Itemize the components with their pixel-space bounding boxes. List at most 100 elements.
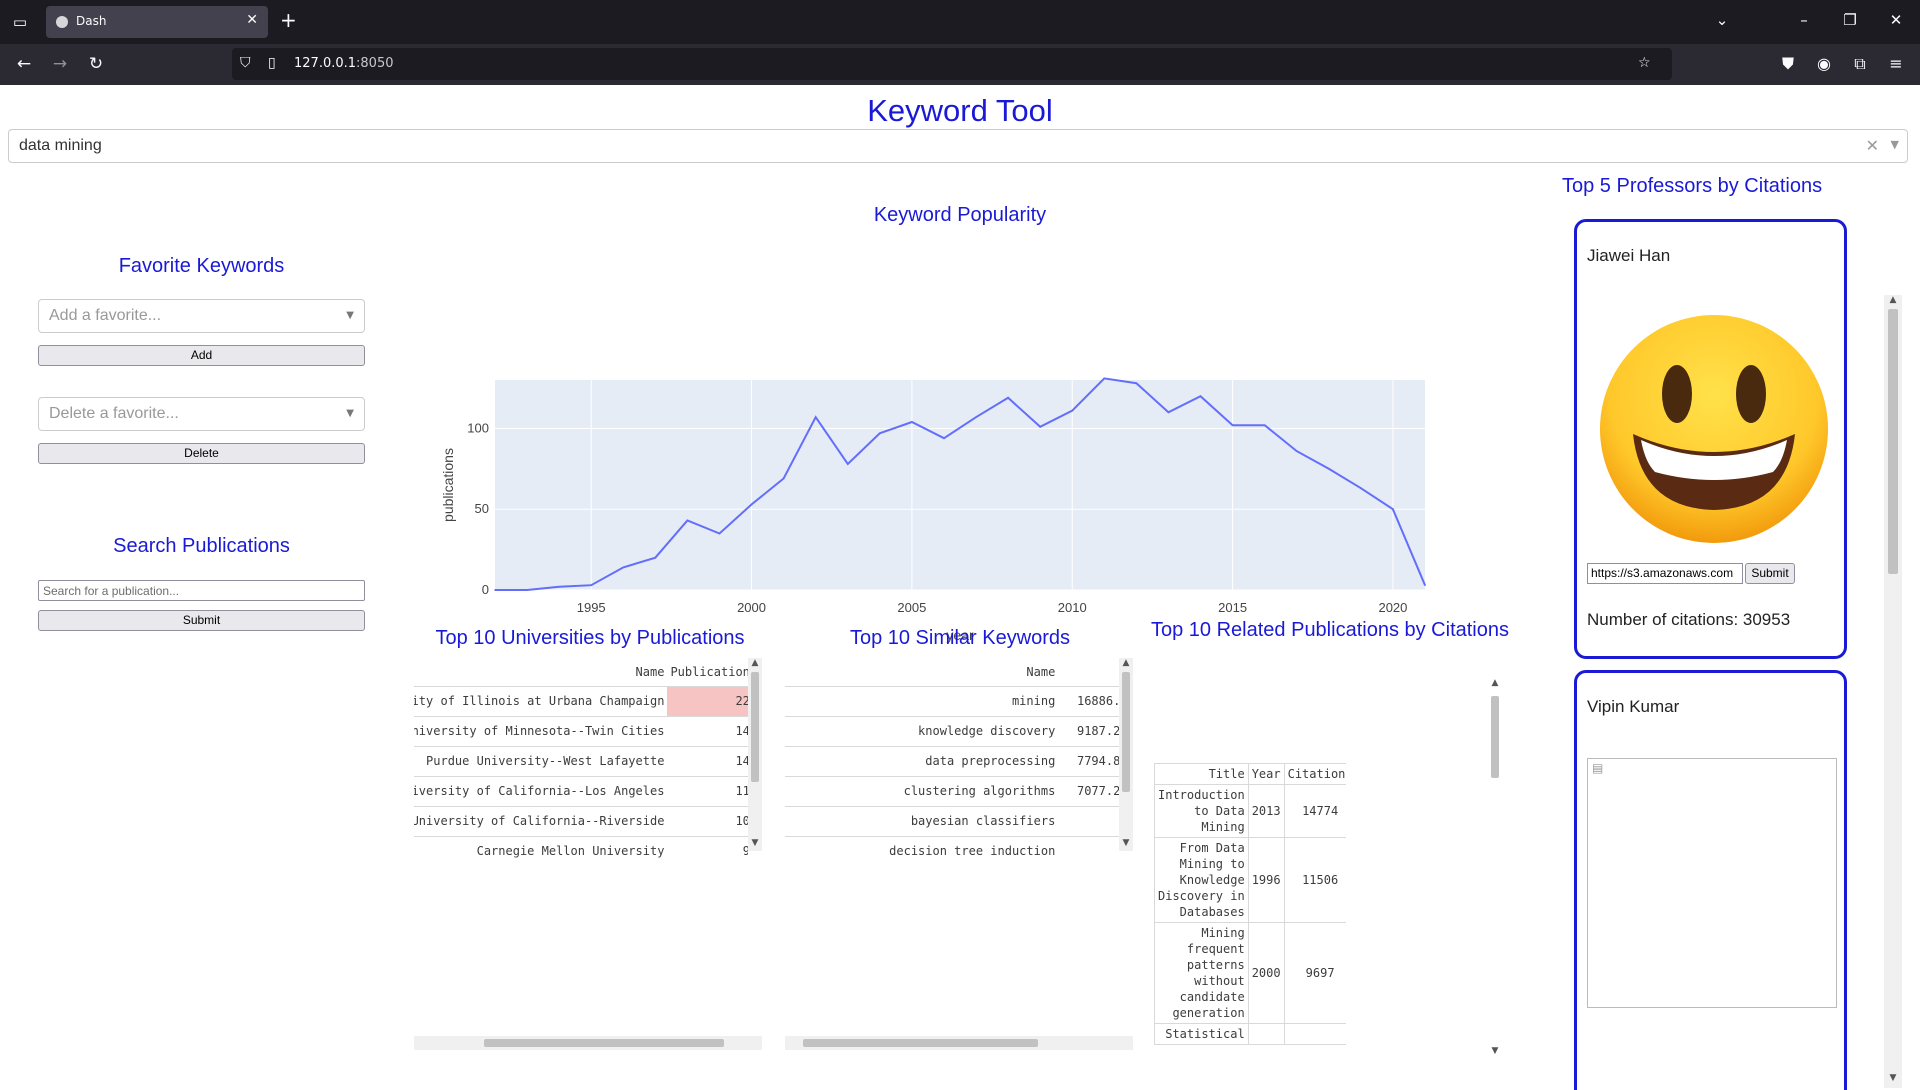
scroll-down-icon[interactable]: ▼ <box>1886 1073 1900 1083</box>
table-row[interactable]: University of Illinois at Urbana Champai… <box>414 686 748 717</box>
table-row[interactable]: University of California--Riverside106 <box>414 806 748 837</box>
table-cell[interactable]: From Data Mining to Knowledge Discovery … <box>1154 837 1249 923</box>
scroll-up-icon[interactable]: ▲ <box>1886 295 1900 305</box>
table-row[interactable]: mining16886.316 <box>785 686 1119 717</box>
pocket-icon[interactable]: ⛊ <box>1776 54 1800 74</box>
tab-overflow-icon[interactable]: ⌄ <box>1710 10 1734 30</box>
table-cell[interactable]: 7794.8289 <box>1058 746 1119 777</box>
image-submit-button[interactable]: Submit <box>1745 563 1795 584</box>
close-window-icon[interactable]: ✕ <box>1884 10 1908 30</box>
table-row[interactable]: bayesian classifiers64 <box>785 806 1119 837</box>
table-cell[interactable]: 110 <box>667 776 748 807</box>
table-cell[interactable]: 7077.2388 <box>1058 776 1119 807</box>
table-cell[interactable]: 9187.2134 <box>1058 716 1119 747</box>
scroll-up-icon[interactable]: ▲ <box>748 658 762 668</box>
professors-vscroll[interactable]: ▲ ▼ <box>1884 295 1902 1088</box>
chevron-down-icon[interactable]: ▼ <box>1891 138 1899 151</box>
column-header[interactable]: Citations <box>1283 763 1346 785</box>
table-row[interactable]: Carnegie Mellon University95 <box>414 836 748 864</box>
related-vscroll[interactable]: ▲ ▼ <box>1488 678 1502 1060</box>
table-cell[interactable]: 227 <box>667 686 748 717</box>
browser-tab[interactable]: Dash ✕ <box>46 6 268 38</box>
table-cell[interactable]: 14774 <box>1283 784 1346 838</box>
table-cell[interactable]: 147 <box>667 716 748 747</box>
table-cell[interactable]: 2013 <box>1247 784 1285 838</box>
page-icon[interactable]: ▯ <box>268 55 276 71</box>
table-row[interactable]: Mining frequent patterns without candida… <box>1154 922 1346 1024</box>
table-cell[interactable]: 106 <box>667 806 748 837</box>
table-cell[interactable]: Mining frequent patterns without candida… <box>1154 922 1249 1024</box>
table-cell[interactable]: Carnegie Mellon University <box>414 836 668 864</box>
related-table[interactable]: TitleYearCitationsIntroduction to Data M… <box>1154 763 1346 1063</box>
similar-table[interactable]: Namemining16886.316knowledge discovery91… <box>785 658 1119 864</box>
similar-vscroll-thumb[interactable] <box>1122 672 1130 792</box>
table-cell[interactable]: University of California--Riverside <box>414 806 668 837</box>
table-row[interactable]: clustering algorithms7077.2388 <box>785 776 1119 807</box>
table-cell[interactable]: University of Minnesota--Twin Cities <box>414 716 668 747</box>
scroll-down-icon[interactable]: ▼ <box>748 838 762 848</box>
table-row[interactable]: Statistical <box>1154 1023 1346 1045</box>
table-cell[interactable]: Statistical <box>1154 1023 1249 1045</box>
scroll-down-icon[interactable]: ▼ <box>1488 1046 1502 1056</box>
reload-icon[interactable]: ↻ <box>84 53 108 75</box>
back-icon[interactable]: ← <box>12 53 36 75</box>
table-row[interactable]: University of Minnesota--Twin Cities147 <box>414 716 748 747</box>
table-cell[interactable] <box>1283 1023 1346 1045</box>
table-row[interactable]: Purdue University--West Lafayette143 <box>414 746 748 777</box>
table-cell[interactable]: University of Illinois at Urbana Champai… <box>414 686 668 717</box>
table-cell[interactable]: 143 <box>667 746 748 777</box>
close-tab-icon[interactable]: ✕ <box>246 12 258 28</box>
universities-vscroll[interactable]: ▲ ▼ <box>748 658 762 851</box>
menu-icon[interactable]: ≡ <box>1884 54 1908 74</box>
universities-hscroll[interactable] <box>414 1036 762 1050</box>
delete-button[interactable]: Delete <box>38 443 365 464</box>
table-cell[interactable]: bayesian classifiers <box>785 806 1059 837</box>
similar-hscroll[interactable] <box>785 1036 1133 1050</box>
url-bar[interactable]: ⛉ ▯ 127.0.0.1:8050 ☆ <box>232 48 1672 80</box>
forward-icon[interactable]: → <box>48 53 72 75</box>
universities-vscroll-thumb[interactable] <box>751 672 759 782</box>
table-row[interactable]: From Data Mining to Knowledge Discovery … <box>1154 837 1346 923</box>
shield-icon[interactable]: ⛉ <box>240 55 251 71</box>
extensions-icon[interactable]: ⧉ <box>1848 54 1872 74</box>
column-header[interactable]: Name <box>414 658 668 687</box>
column-header[interactable]: Title <box>1154 763 1249 785</box>
tab-list-icon[interactable]: ▭ <box>10 12 30 32</box>
professors-vscroll-thumb[interactable] <box>1888 309 1898 574</box>
minimize-icon[interactable]: – <box>1792 10 1816 30</box>
scroll-up-icon[interactable]: ▲ <box>1119 658 1133 668</box>
search-input[interactable]: Search for a publication... <box>38 580 365 601</box>
table-cell[interactable]: clustering algorithms <box>785 776 1059 807</box>
table-cell[interactable]: 11506 <box>1283 837 1346 923</box>
table-cell[interactable]: Purdue University--West Lafayette <box>414 746 668 777</box>
restore-icon[interactable]: ❐ <box>1838 10 1862 30</box>
table-row[interactable]: Introduction to Data Mining 2013 14774 <box>1154 784 1346 838</box>
table-cell[interactable]: knowledge discovery <box>785 716 1059 747</box>
column-header[interactable]: Year <box>1247 763 1285 785</box>
bookmark-star-icon[interactable]: ☆ <box>1638 55 1651 71</box>
scroll-down-icon[interactable]: ▼ <box>1119 838 1133 848</box>
new-tab-icon[interactable]: + <box>280 10 297 30</box>
table-cell[interactable]: 9697 <box>1283 922 1346 1024</box>
table-cell[interactable]: 594 <box>1058 836 1119 864</box>
table-cell[interactable]: University of California--Los Angeles <box>414 776 668 807</box>
search-submit-button[interactable]: Submit <box>38 610 365 631</box>
table-cell[interactable]: data preprocessing <box>785 746 1059 777</box>
table-cell[interactable]: 16886.316 <box>1058 686 1119 717</box>
add-button[interactable]: Add <box>38 345 365 366</box>
account-icon[interactable]: ◉ <box>1812 54 1836 74</box>
similar-vscroll[interactable]: ▲ ▼ <box>1119 658 1133 851</box>
table-row[interactable]: University of California--Los Angeles110 <box>414 776 748 807</box>
table-cell[interactable]: 1996 <box>1247 837 1285 923</box>
table-row[interactable]: knowledge discovery9187.2134 <box>785 716 1119 747</box>
table-row[interactable]: data preprocessing7794.8289 <box>785 746 1119 777</box>
add-favorite-dropdown[interactable]: Add a favorite... ▼ <box>38 299 365 333</box>
delete-favorite-dropdown[interactable]: Delete a favorite... ▼ <box>38 397 365 431</box>
table-cell[interactable]: Introduction to Data Mining <box>1154 784 1249 838</box>
chevron-down-icon[interactable]: ▼ <box>346 310 354 321</box>
column-header[interactable]: Name <box>785 658 1059 687</box>
table-cell[interactable]: 2000 <box>1247 922 1285 1024</box>
column-header[interactable] <box>1058 658 1119 687</box>
table-cell[interactable]: decision tree induction <box>785 836 1059 864</box>
scroll-up-icon[interactable]: ▲ <box>1488 678 1502 688</box>
